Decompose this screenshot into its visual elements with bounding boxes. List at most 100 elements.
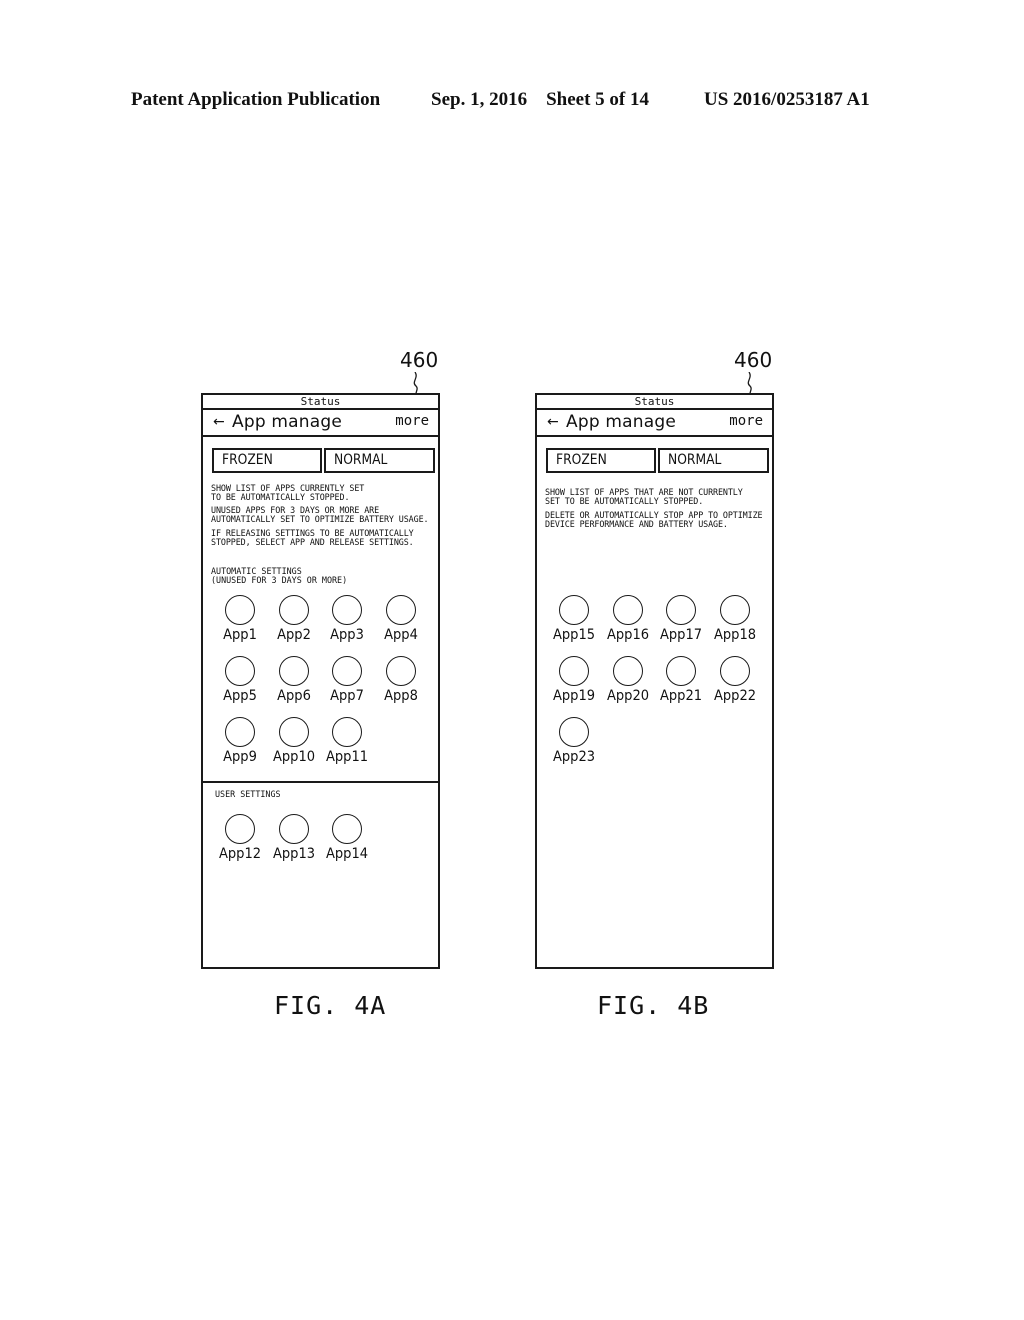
description-text: SHOW LIST OF APPS CURRENTLY SET TO BE AU… — [211, 483, 365, 503]
reference-numeral-b: 460 — [734, 348, 773, 372]
figure-caption-4a: FIG. 4A — [274, 991, 387, 1020]
app-icon-app17[interactable]: App17 — [652, 595, 712, 645]
app-circle-icon — [278, 656, 309, 686]
app-icon-app12[interactable]: App12 — [211, 814, 271, 864]
app-icon-app2[interactable]: App2 — [265, 595, 325, 645]
app-icon-app16[interactable]: App16 — [599, 595, 659, 645]
app-label: App17 — [659, 627, 703, 643]
app-circle-icon — [332, 717, 362, 747]
app-circle-icon — [719, 595, 750, 625]
app-circle-icon — [332, 595, 362, 625]
app-icon-app23[interactable]: App23 — [545, 717, 605, 767]
tab-frozen[interactable]: FROZEN — [546, 448, 656, 473]
date-sheet: Sep. 1, 2016 Sheet 5 of 14 — [431, 89, 649, 110]
reference-numeral-a: 460 — [400, 348, 439, 372]
app-circle-icon — [666, 656, 696, 686]
app-icon-app3[interactable]: App3 — [318, 595, 378, 645]
app-icon-app13[interactable]: App13 — [265, 814, 325, 864]
app-label: App14 — [325, 846, 369, 862]
app-circle-icon — [225, 656, 255, 686]
app-label: App7 — [330, 688, 364, 704]
app-circle-icon — [666, 595, 696, 625]
app-icon-app4[interactable]: App4 — [372, 595, 432, 645]
app-circle-icon — [225, 814, 255, 844]
app-circle-icon — [612, 656, 643, 686]
app-icon-app22[interactable]: App22 — [706, 656, 766, 706]
tab-normal-label: NORMAL — [334, 452, 388, 468]
app-circle-icon — [719, 656, 750, 686]
back-arrow-icon[interactable]: ← — [213, 412, 225, 432]
screen-title: App manage — [566, 412, 677, 432]
app-label: App13 — [272, 846, 315, 862]
app-icon-app18[interactable]: App18 — [706, 595, 766, 645]
description-text: IF RELEASING SETTINGS TO BE AUTOMATICALL… — [211, 528, 414, 548]
app-icon-app8[interactable]: App8 — [372, 656, 432, 706]
app-label: App6 — [276, 688, 311, 704]
app-icon-app9[interactable]: App9 — [211, 717, 271, 767]
more-button[interactable]: more — [729, 411, 763, 431]
tab-frozen[interactable]: FROZEN — [212, 448, 322, 473]
description-text: UNUSED APPS FOR 3 DAYS OR MORE ARE AUTOM… — [211, 505, 429, 525]
app-label: App8 — [383, 688, 418, 704]
app-circle-icon — [332, 814, 362, 844]
user-settings-label: USER SETTINGS — [215, 789, 281, 799]
app-circle-icon — [278, 717, 309, 747]
app-bar: ← App manage more — [203, 408, 438, 437]
patent-number: US 2016/0253187 A1 — [704, 89, 870, 110]
more-button[interactable]: more — [395, 411, 429, 431]
app-label: App1 — [223, 627, 257, 643]
app-label: App16 — [606, 627, 649, 643]
app-icon-app15[interactable]: App15 — [545, 595, 605, 645]
app-icon-app1[interactable]: App1 — [211, 595, 271, 645]
app-icon-app7[interactable]: App7 — [318, 656, 378, 706]
tab-frozen-label: FROZEN — [556, 452, 607, 468]
description-text: SHOW LIST OF APPS THAT ARE NOT CURRENTLY… — [545, 487, 743, 507]
app-label: App22 — [713, 688, 756, 704]
tab-normal-label: NORMAL — [668, 452, 722, 468]
section-divider — [203, 781, 438, 783]
app-circle-icon — [225, 595, 255, 625]
description-text: DELETE OR AUTOMATICALLY STOP APP TO OPTI… — [545, 510, 763, 530]
app-label: App10 — [272, 749, 315, 765]
app-icon-app14[interactable]: App14 — [318, 814, 378, 864]
app-label: App4 — [383, 627, 418, 643]
app-label: App3 — [330, 627, 364, 643]
app-label: App21 — [659, 688, 703, 704]
app-circle-icon — [385, 595, 416, 625]
phone-screen-fig-4b: Status ← App manage more FROZEN NORMAL S… — [535, 393, 774, 969]
tab-normal[interactable]: NORMAL — [324, 448, 435, 473]
app-icon-app20[interactable]: App20 — [599, 656, 659, 706]
phone-screen-fig-4a: Status ← App manage more FROZEN NORMAL S… — [201, 393, 440, 969]
app-label: App20 — [606, 688, 649, 704]
back-arrow-icon[interactable]: ← — [547, 412, 559, 432]
app-circle-icon — [559, 656, 589, 686]
tab-normal[interactable]: NORMAL — [658, 448, 769, 473]
app-icon-app19[interactable]: App19 — [545, 656, 605, 706]
tab-frozen-label: FROZEN — [222, 452, 273, 468]
app-label: App2 — [276, 627, 311, 643]
app-icon-app6[interactable]: App6 — [265, 656, 325, 706]
publication-title: Patent Application Publication — [131, 89, 381, 110]
app-circle-icon — [225, 717, 255, 747]
app-label: App18 — [713, 627, 756, 643]
app-icon-app11[interactable]: App11 — [318, 717, 378, 767]
app-circle-icon — [278, 595, 309, 625]
app-circle-icon — [385, 656, 416, 686]
app-bar: ← App manage more — [537, 408, 772, 437]
app-label: App11 — [325, 749, 369, 765]
app-icon-app21[interactable]: App21 — [652, 656, 712, 706]
app-label: App5 — [223, 688, 257, 704]
app-circle-icon — [332, 656, 362, 686]
automatic-settings-label: AUTOMATIC SETTINGS (UNUSED FOR 3 DAYS OR… — [211, 566, 348, 586]
app-icon-app10[interactable]: App10 — [265, 717, 325, 767]
app-circle-icon — [278, 814, 309, 844]
app-circle-icon — [559, 717, 589, 747]
app-icon-app5[interactable]: App5 — [211, 656, 271, 706]
app-label: App23 — [552, 749, 596, 765]
app-label: App19 — [552, 688, 596, 704]
app-circle-icon — [612, 595, 643, 625]
app-label: App12 — [218, 846, 262, 862]
app-circle-icon — [559, 595, 589, 625]
screen-title: App manage — [232, 412, 343, 432]
figure-caption-4b: FIG. 4B — [597, 991, 710, 1020]
